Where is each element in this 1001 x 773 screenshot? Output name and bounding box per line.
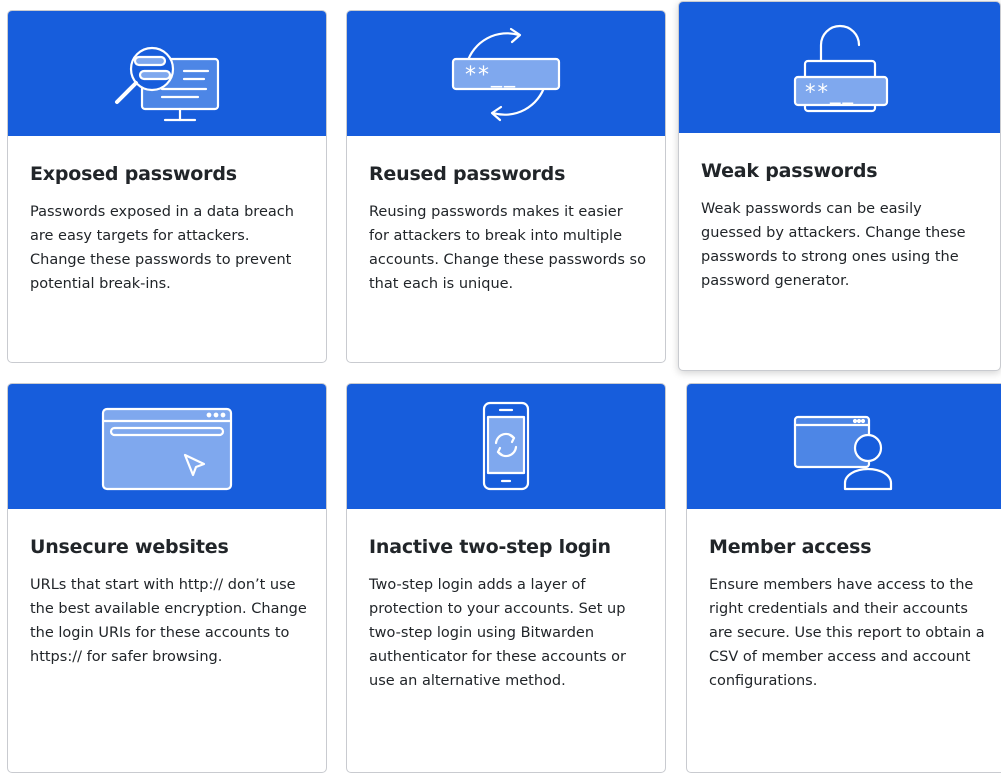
card-description: Passwords exposed in a data breach are e… bbox=[30, 204, 294, 292]
magnifier-monitor-icon bbox=[102, 19, 232, 129]
card-header bbox=[347, 384, 665, 509]
card-title: Weak passwords bbox=[701, 160, 878, 182]
report-card-weak-passwords[interactable]: **__ Weak passwords Weak passwords can b… bbox=[678, 1, 1001, 371]
browser-user-icon bbox=[781, 397, 911, 497]
card-title: Reused passwords bbox=[369, 163, 566, 185]
card-description: Ensure members have access to the right … bbox=[709, 577, 985, 689]
report-card-inactive-two-step-login[interactable]: Inactive two-step login Two-step login a… bbox=[346, 383, 666, 773]
card-description: Weak passwords can be easily guessed by … bbox=[701, 201, 966, 289]
password-refresh-icon: **__ bbox=[441, 19, 571, 129]
card-description: URLs that start with http:// don’t use t… bbox=[30, 577, 307, 665]
card-title: Inactive two-step login bbox=[369, 536, 611, 558]
report-card-member-access[interactable]: Member access Ensure members have access… bbox=[686, 383, 1001, 773]
svg-text:**__: **__ bbox=[805, 80, 855, 105]
card-header bbox=[8, 11, 326, 136]
phone-sync-icon bbox=[466, 397, 546, 497]
card-description: Reusing passwords makes it easier for at… bbox=[369, 204, 646, 292]
card-header: **__ bbox=[347, 11, 665, 136]
card-header bbox=[8, 384, 326, 509]
report-card-exposed-passwords[interactable]: Exposed passwords Passwords exposed in a… bbox=[7, 10, 327, 363]
card-header: **__ bbox=[679, 2, 1000, 133]
card-description: Two-step login adds a layer of protectio… bbox=[369, 577, 626, 689]
report-card-unsecure-websites[interactable]: Unsecure websites URLs that start with h… bbox=[7, 383, 327, 773]
card-title: Member access bbox=[709, 536, 872, 558]
report-card-reused-passwords[interactable]: **__ Reused passwords Reusing passwords … bbox=[346, 10, 666, 363]
card-title: Exposed passwords bbox=[30, 163, 237, 185]
card-header bbox=[687, 384, 1001, 509]
browser-window-icon bbox=[97, 397, 237, 497]
svg-text:**__: **__ bbox=[465, 63, 517, 88]
unlocked-padlock-icon: **__ bbox=[775, 13, 905, 123]
card-title: Unsecure websites bbox=[30, 536, 229, 558]
